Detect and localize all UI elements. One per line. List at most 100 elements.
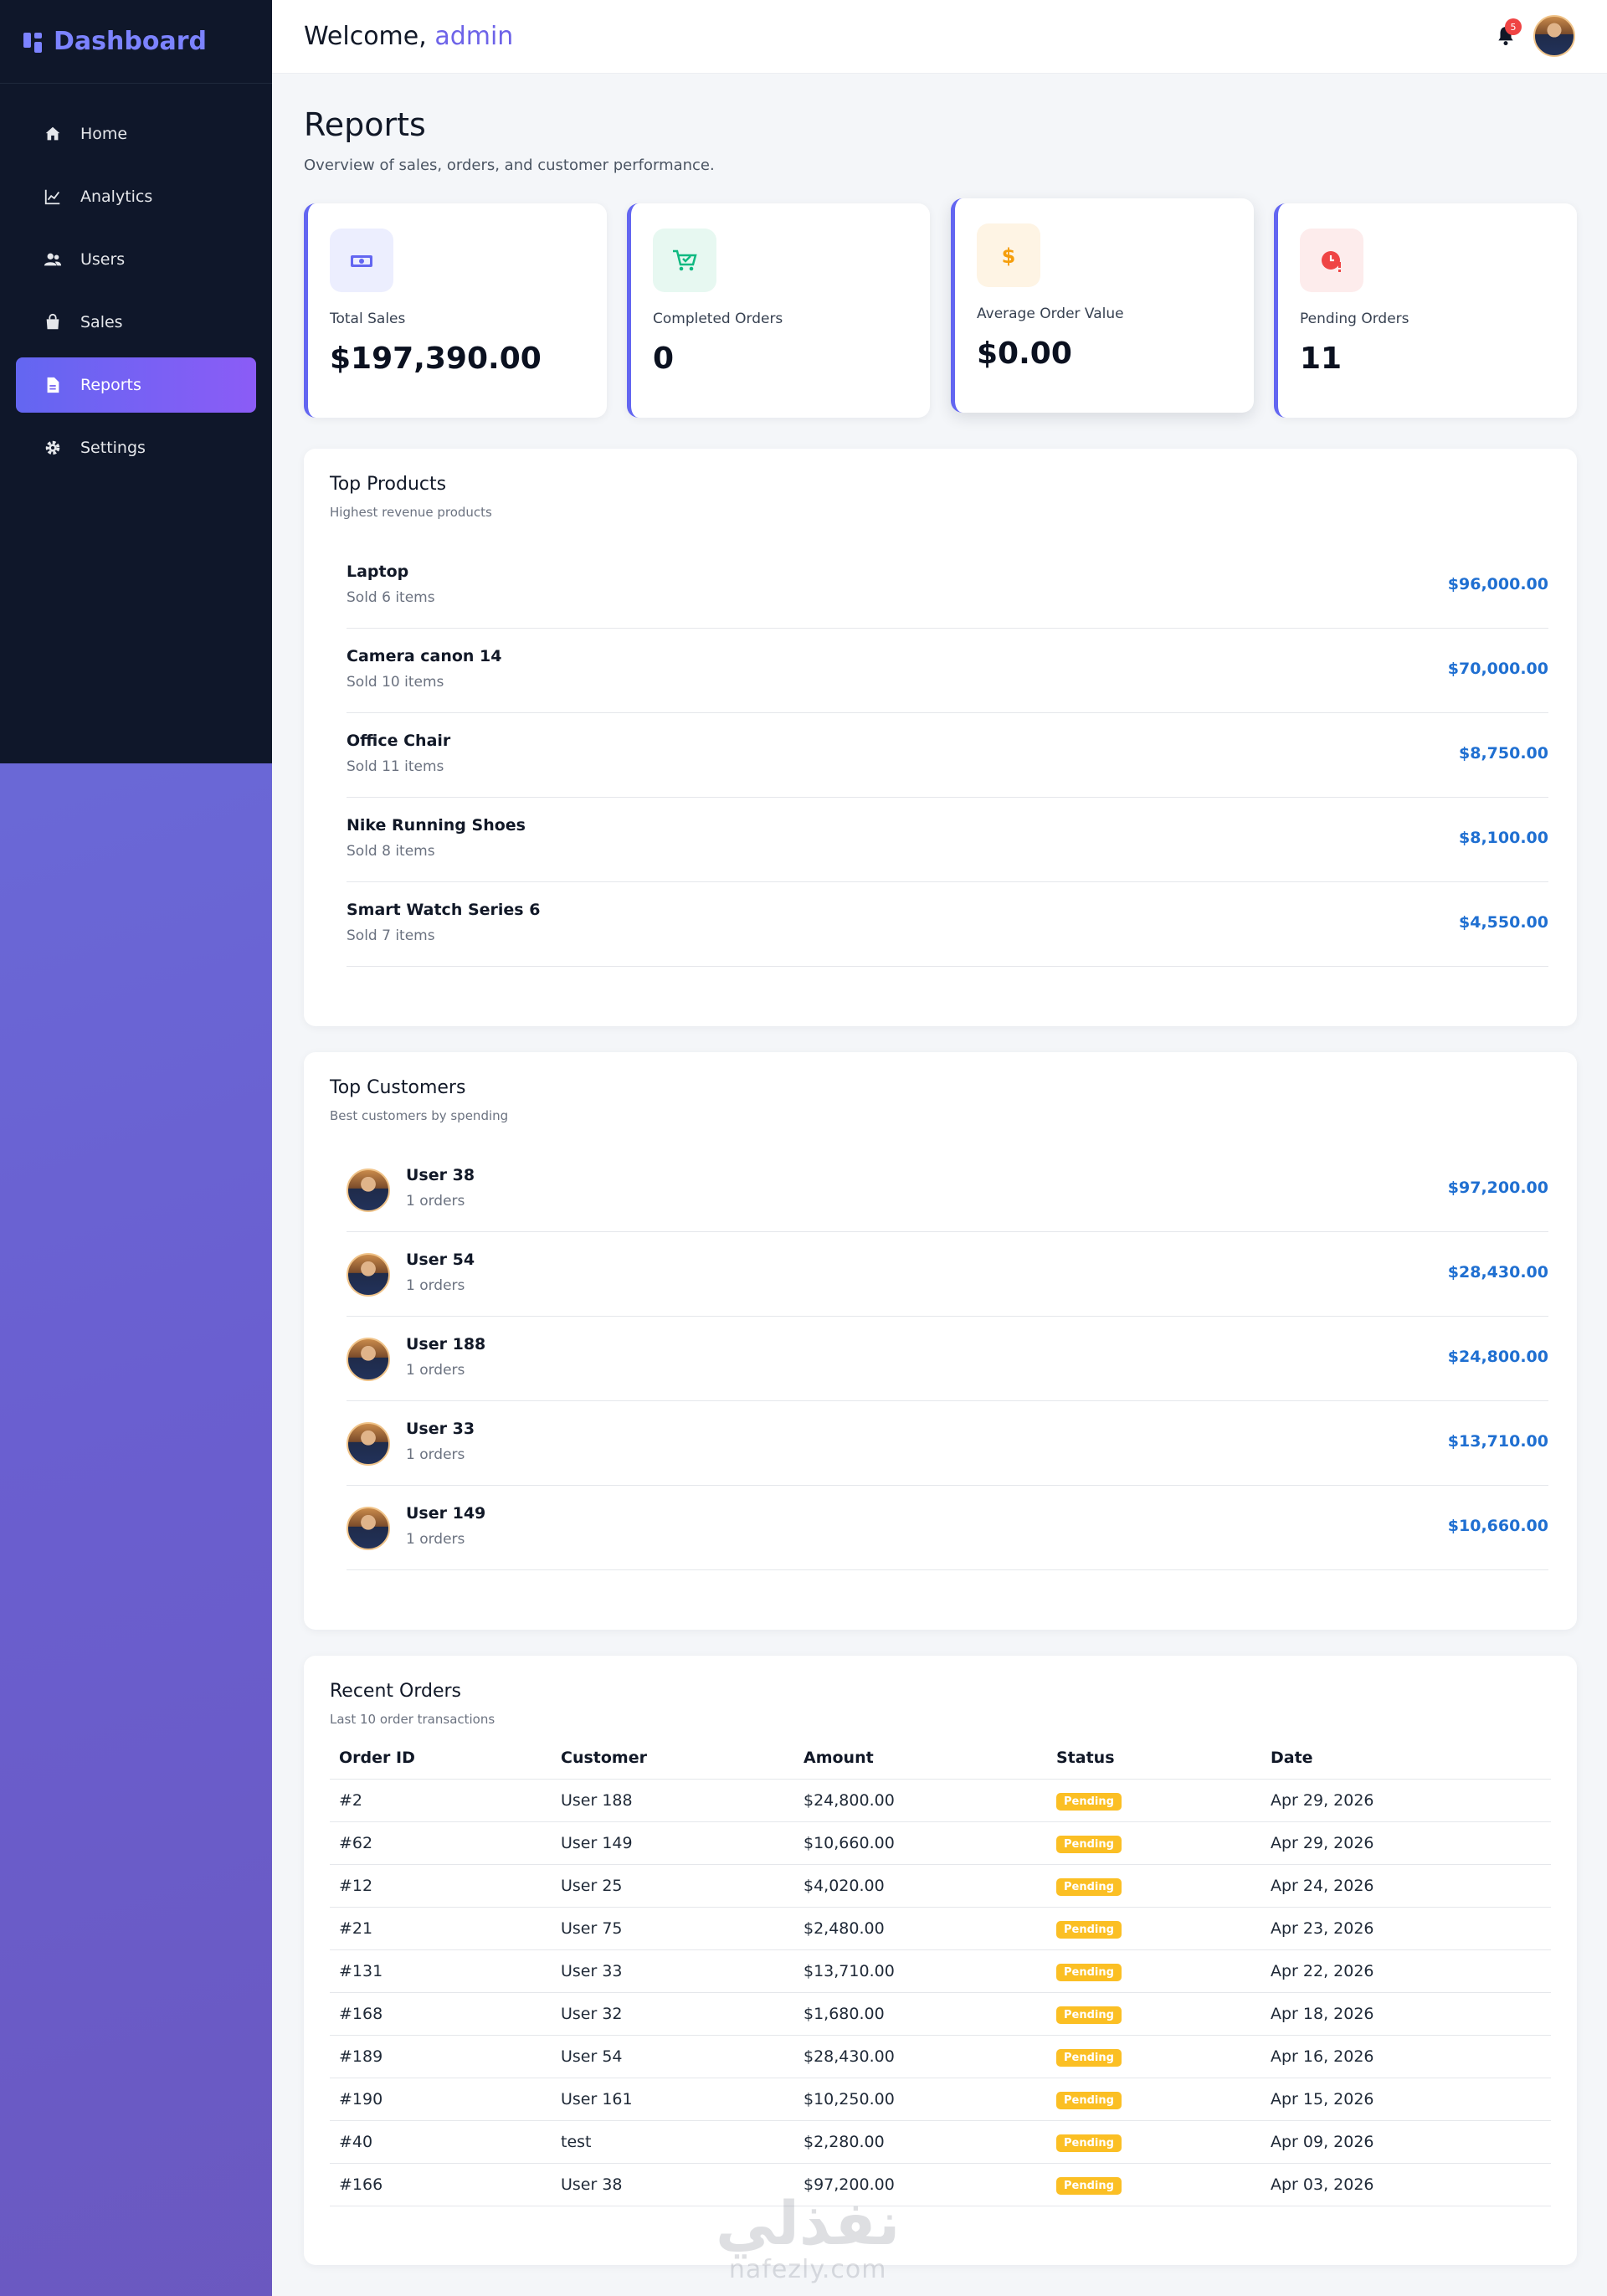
product-sold: Sold 6 items xyxy=(347,589,435,606)
sidebar-nav: Home Analytics Users Sales Reports Setti… xyxy=(0,84,272,475)
order-status-cell: Pending xyxy=(1047,1779,1261,1822)
product-revenue: $70,000.00 xyxy=(1447,660,1548,678)
list-item: Laptop Sold 6 items $96,000.00 xyxy=(347,544,1548,629)
top-products-list: Laptop Sold 6 items $96,000.00 Camera ca… xyxy=(347,544,1548,967)
order-amount: $28,430.00 xyxy=(794,2035,1047,2078)
list-item: User 33 1 orders $13,710.00 xyxy=(347,1401,1548,1486)
sidebar-item-analytics[interactable]: Analytics xyxy=(16,169,256,224)
order-amount: $2,480.00 xyxy=(794,1907,1047,1950)
sidebar-item-label: Analytics xyxy=(80,187,153,206)
order-date: Apr 16, 2026 xyxy=(1261,2035,1551,2078)
table-row: #190 User 161 $10,250.00 Pending Apr 15,… xyxy=(330,2078,1551,2121)
recent-orders-card: Recent Orders Last 10 order transactions… xyxy=(304,1656,1577,2265)
order-status-cell: Pending xyxy=(1047,2163,1261,2206)
order-date: Apr 29, 2026 xyxy=(1261,1821,1551,1865)
order-amount: $4,020.00 xyxy=(794,1864,1047,1908)
notifications-button[interactable]: 5 xyxy=(1491,18,1522,50)
sidebar-item-settings[interactable]: Settings xyxy=(16,420,256,475)
file-icon xyxy=(44,376,62,394)
page-subtitle: Overview of sales, orders, and customer … xyxy=(304,157,715,174)
brand[interactable]: Dashboard xyxy=(0,0,272,84)
list-item: User 54 1 orders $28,430.00 xyxy=(347,1232,1548,1317)
status-badge: Pending xyxy=(1056,2134,1122,2152)
order-amount: $10,660.00 xyxy=(794,1821,1047,1865)
table-row: #131 User 33 $13,710.00 Pending Apr 22, … xyxy=(330,1949,1551,1993)
order-date: Apr 29, 2026 xyxy=(1261,1779,1551,1822)
sidebar-item-home[interactable]: Home xyxy=(16,106,256,162)
order-id: #62 xyxy=(330,1821,552,1865)
stat-value: 11 xyxy=(1300,342,1343,376)
order-id: #190 xyxy=(330,2078,552,2121)
sidebar-item-reports[interactable]: Reports xyxy=(16,357,256,413)
page-title: Reports xyxy=(304,106,426,143)
sidebar-item-label: Home xyxy=(80,125,128,143)
top-customers-list: User 38 1 orders $97,200.00 User 54 1 or… xyxy=(347,1148,1548,1570)
dollar-icon: $ xyxy=(977,223,1040,287)
card-title: Recent Orders xyxy=(330,1681,462,1702)
order-id: #21 xyxy=(330,1907,552,1950)
stats-cards: Total Sales $197,390.00 Completed Orders… xyxy=(304,198,1577,418)
table-row: #2 User 188 $24,800.00 Pending Apr 29, 2… xyxy=(330,1779,1551,1822)
table-row: #168 User 32 $1,680.00 Pending Apr 18, 2… xyxy=(330,1992,1551,2036)
order-customer: User 32 xyxy=(552,1992,794,2036)
clock-alert-icon xyxy=(1300,229,1363,292)
order-customer: test xyxy=(552,2120,794,2164)
users-icon xyxy=(44,250,62,269)
customer-avatar xyxy=(347,1253,390,1297)
table-row: #62 User 149 $10,660.00 Pending Apr 29, … xyxy=(330,1821,1551,1865)
stat-value: $0.00 xyxy=(977,336,1072,371)
status-badge: Pending xyxy=(1056,1877,1122,1896)
card-subtitle: Highest revenue products xyxy=(330,505,492,520)
customer-spending: $10,660.00 xyxy=(1447,1517,1548,1535)
order-status-cell: Pending xyxy=(1047,1992,1261,2036)
money-icon xyxy=(330,229,393,292)
stat-card-pending-orders: Pending Orders 11 xyxy=(1274,203,1577,418)
topbar: Welcome, admin 5 xyxy=(272,0,1607,74)
order-status-cell: Pending xyxy=(1047,1949,1261,1993)
product-name: Nike Running Shoes xyxy=(347,816,526,835)
customer-name: User 188 xyxy=(406,1335,486,1353)
customer-avatar xyxy=(347,1338,390,1381)
stat-card-total-sales: Total Sales $197,390.00 xyxy=(304,203,607,418)
list-item: User 38 1 orders $97,200.00 xyxy=(347,1148,1548,1232)
chart-line-icon xyxy=(44,187,62,206)
list-item: Smart Watch Series 6 Sold 7 items $4,550… xyxy=(347,882,1548,967)
table-header-row: Order ID Customer Amount Status Date xyxy=(330,1737,1551,1780)
stat-label: Total Sales xyxy=(330,311,406,327)
status-badge: Pending xyxy=(1056,1792,1122,1811)
order-customer: User 75 xyxy=(552,1907,794,1950)
sidebar-item-users[interactable]: Users xyxy=(16,232,256,287)
product-revenue: $4,550.00 xyxy=(1459,913,1548,932)
watermark-arabic: نفذلي xyxy=(716,2188,901,2258)
top-products-card: Top Products Highest revenue products La… xyxy=(304,449,1577,1026)
table-row: #12 User 25 $4,020.00 Pending Apr 24, 20… xyxy=(330,1864,1551,1908)
column-header: Amount xyxy=(794,1737,1047,1780)
status-badge: Pending xyxy=(1056,1963,1122,1981)
sidebar: Dashboard Home Analytics Users Sales Rep… xyxy=(0,0,272,763)
customer-spending: $13,710.00 xyxy=(1447,1432,1548,1451)
user-avatar[interactable] xyxy=(1533,15,1575,57)
product-sold: Sold 10 items xyxy=(347,674,444,691)
order-status-cell: Pending xyxy=(1047,2078,1261,2121)
stat-label: Average Order Value xyxy=(977,306,1124,322)
product-sold: Sold 11 items xyxy=(347,758,444,775)
notification-count-badge: 5 xyxy=(1505,18,1522,35)
customer-spending: $97,200.00 xyxy=(1447,1179,1548,1197)
customer-spending: $28,430.00 xyxy=(1447,1263,1548,1282)
welcome-username: admin xyxy=(434,22,514,51)
product-sold: Sold 7 items xyxy=(347,927,435,944)
order-customer: User 149 xyxy=(552,1821,794,1865)
sidebar-item-label: Reports xyxy=(80,376,141,394)
sidebar-item-label: Sales xyxy=(80,313,123,331)
customer-avatar xyxy=(347,1507,390,1550)
home-icon xyxy=(44,125,62,143)
product-name: Smart Watch Series 6 xyxy=(347,901,541,919)
list-item: User 188 1 orders $24,800.00 xyxy=(347,1317,1548,1401)
table-row: #166 User 38 $97,200.00 Pending Apr 03, … xyxy=(330,2163,1551,2206)
welcome-label: Welcome, xyxy=(304,22,427,51)
sidebar-item-sales[interactable]: Sales xyxy=(16,295,256,350)
customer-orders: 1 orders xyxy=(406,1277,465,1294)
status-badge: Pending xyxy=(1056,2091,1122,2109)
customer-orders: 1 orders xyxy=(406,1362,465,1379)
customer-name: User 54 xyxy=(406,1251,475,1269)
